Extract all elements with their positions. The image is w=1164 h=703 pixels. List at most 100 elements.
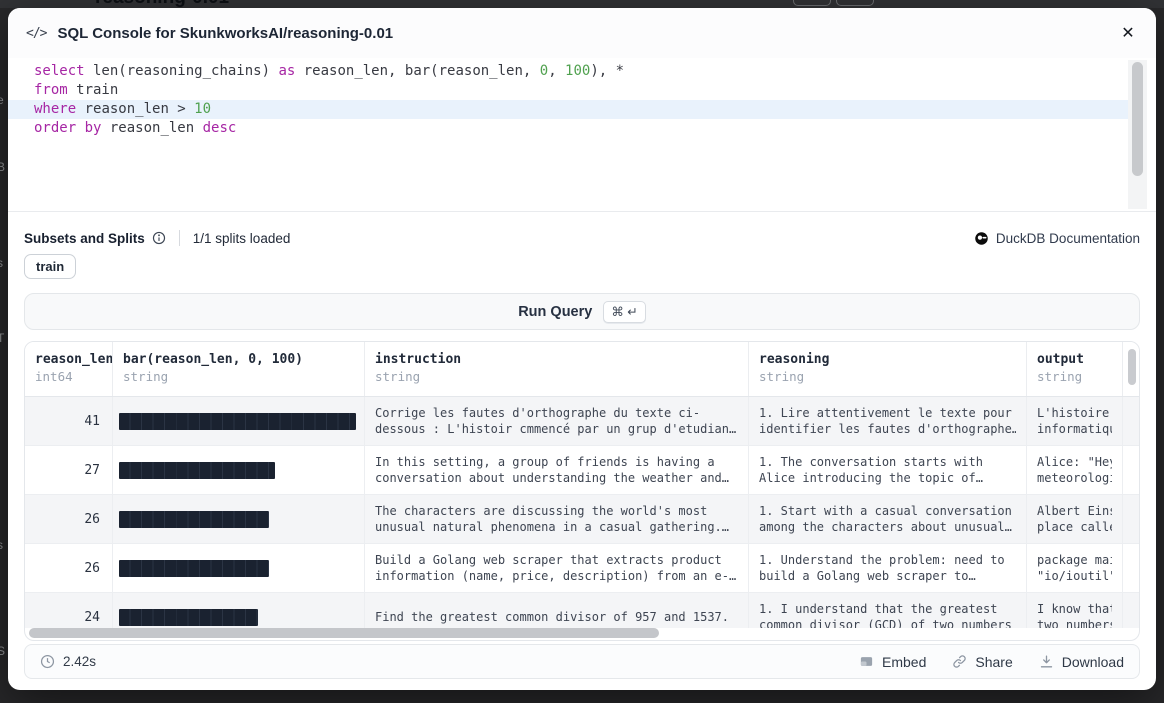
table-vertical-scrollbar-thumb[interactable]	[1128, 349, 1136, 385]
background-button-outline	[793, 0, 831, 6]
sql-code-line[interactable]: from train	[8, 81, 1128, 100]
duckdb-documentation-link[interactable]: DuckDB Documentation	[974, 231, 1140, 246]
cell-instruction[interactable]: Find the greatest common divisor of 957 …	[365, 593, 749, 628]
column-header-output[interactable]: outputstring	[1027, 342, 1123, 396]
cell-instruction[interactable]: Corrige les fautes d'orthographe du text…	[365, 397, 749, 445]
cell-output[interactable]: I know that ttwo numbers i	[1027, 593, 1123, 628]
cell-output[interactable]: L'histoire coinformatique	[1027, 397, 1123, 445]
sql-console-modal: </> SQL Console for SkunkworksAI/reasoni…	[8, 8, 1156, 690]
sql-token: desc	[203, 120, 237, 136]
split-chip-train[interactable]: train	[24, 254, 76, 279]
cell-instruction[interactable]: The characters are discussing the world'…	[365, 495, 749, 543]
sql-token: reason_len >	[76, 101, 194, 117]
embed-icon	[859, 654, 874, 669]
sql-token: where	[34, 101, 76, 117]
cell-text-line: Corrige les fautes d'orthographe du text…	[375, 405, 738, 421]
sql-code-line[interactable]: where reason_len > 10	[8, 100, 1128, 119]
info-icon[interactable]	[152, 231, 166, 245]
splits-loaded-status: 1/1 splits loaded	[193, 231, 291, 246]
cell-reason-len[interactable]: 24	[25, 593, 113, 628]
column-header-bar-reason-len-0-100-[interactable]: bar(reason_len, 0, 100) string	[113, 342, 365, 396]
bar-visualization	[119, 609, 258, 626]
cell-output[interactable]: Albert Einsteplace called	[1027, 495, 1123, 543]
cell-reason-len[interactable]: 26	[25, 495, 113, 543]
cell-text-line: unusual natural phenomena in a casual ga…	[375, 519, 738, 535]
table-row: 26 Build a Golang web scraper that extrac…	[25, 544, 1139, 593]
table-horizontal-scrollbar-thumb[interactable]	[29, 628, 659, 638]
footer-actions: Embed Share Download	[859, 654, 1124, 670]
modal-header: </> SQL Console for SkunkworksAI/reasoni…	[8, 8, 1156, 58]
cell-text-line: I know that t	[1037, 601, 1112, 617]
share-button[interactable]: Share	[952, 654, 1012, 670]
table-scrollbar-gutter	[1123, 446, 1139, 494]
cell-text-line: build a Golang web scraper to…	[759, 568, 1016, 584]
background-text-fragment: T	[0, 331, 4, 345]
duckdb-icon	[974, 231, 989, 246]
sql-editor[interactable]: select len(reasoning_chains) as reason_l…	[8, 58, 1156, 211]
cell-instruction[interactable]: In this setting, a group of friends is h…	[365, 446, 749, 494]
column-type: string	[123, 369, 354, 384]
cell-reasoning[interactable]: 1. Start with a casual conversationamong…	[749, 495, 1027, 543]
duckdb-documentation-label: DuckDB Documentation	[996, 231, 1140, 246]
cell-bar[interactable]	[113, 544, 365, 592]
cell-reasoning[interactable]: 1. I understand that the greatestcommon …	[749, 593, 1027, 628]
query-footer: 2.42s EmbedShareDownload	[24, 644, 1140, 679]
background-text-fragment: S	[0, 644, 5, 658]
cell-reasoning[interactable]: 1. The conversation starts withAlice int…	[749, 446, 1027, 494]
cell-text-line: identifier les fautes d'orthographe…	[759, 421, 1016, 437]
cell-output[interactable]: Alice: "Hey gmeteorologist	[1027, 446, 1123, 494]
cell-text: Alice: "Hey gmeteorologist	[1037, 454, 1112, 486]
table-scrollbar-gutter	[1123, 593, 1139, 628]
cell-reason-len[interactable]: 27	[25, 446, 113, 494]
column-header-reasoning[interactable]: reasoningstring	[749, 342, 1027, 396]
cell-text: 1. I understand that the greatestcommon …	[759, 601, 1016, 628]
sql-token: reason_len	[101, 120, 202, 136]
cell-bar[interactable]	[113, 397, 365, 445]
cell-bar[interactable]	[113, 495, 365, 543]
cell-output[interactable]: package main"io/ioutil" "	[1027, 544, 1123, 592]
column-type: string	[375, 369, 738, 384]
cell-text-line: common divisor (GCD) of two numbers	[759, 617, 1016, 628]
cell-text: L'histoire coinformatique	[1037, 405, 1112, 437]
editor-scrollbar-thumb[interactable]	[1132, 62, 1143, 176]
cell-text-line: Alice: "Hey g	[1037, 454, 1112, 470]
close-button[interactable]: ✕	[1116, 21, 1140, 45]
subsets-label: Subsets and Splits	[24, 231, 145, 246]
bar-visualization	[119, 462, 275, 479]
sql-code-line[interactable]: select len(reasoning_chains) as reason_l…	[8, 62, 1128, 81]
cell-bar[interactable]	[113, 593, 365, 628]
cell-reasoning[interactable]: 1. Lire attentivement le texte pourident…	[749, 397, 1027, 445]
download-icon	[1039, 654, 1054, 669]
sql-token: ), *	[590, 63, 624, 79]
cell-text-line: Build a Golang web scraper that extracts…	[375, 552, 738, 568]
cell-text-line: place called	[1037, 519, 1112, 535]
code-icon: </>	[26, 26, 46, 41]
clock-icon	[40, 654, 55, 669]
run-query-button[interactable]: Run Query ⌘ ↵	[24, 293, 1140, 330]
cell-text-line: Albert Einste	[1037, 503, 1112, 519]
sql-token: reason_len, bar(reason_len,	[295, 63, 539, 79]
table-row: 24 Find the greatest common divisor of 95…	[25, 593, 1139, 628]
cell-bar[interactable]	[113, 446, 365, 494]
run-query-label: Run Query	[518, 304, 592, 320]
cell-reason-len[interactable]: 41	[25, 397, 113, 445]
editor-scrollbar-track	[1128, 60, 1147, 209]
column-header-reason-len[interactable]: reason_lenint64	[25, 342, 113, 396]
divider	[179, 230, 180, 246]
sql-token: as	[278, 63, 295, 79]
download-button[interactable]: Download	[1039, 654, 1124, 670]
cell-reason-len[interactable]: 26	[25, 544, 113, 592]
embed-button[interactable]: Embed	[859, 654, 926, 670]
sql-editor-lines: select len(reasoning_chains) as reason_l…	[8, 58, 1156, 138]
cell-text-line: 1. Start with a casual conversation	[759, 503, 1016, 519]
column-header-instruction[interactable]: instructionstring	[365, 342, 749, 396]
column-name: bar(reason_len, 0, 100)	[123, 352, 354, 367]
bar-visualization	[119, 413, 356, 430]
download-label: Download	[1062, 654, 1124, 670]
cell-text-line: conversation about understanding the wea…	[375, 470, 738, 486]
table-row: 27 In this setting, a group of friends is…	[25, 446, 1139, 495]
sql-code-line[interactable]: order by reason_len desc	[8, 119, 1128, 138]
cell-instruction[interactable]: Build a Golang web scraper that extracts…	[365, 544, 749, 592]
cell-reasoning[interactable]: 1. Understand the problem: need tobuild …	[749, 544, 1027, 592]
column-type: string	[759, 369, 1016, 384]
